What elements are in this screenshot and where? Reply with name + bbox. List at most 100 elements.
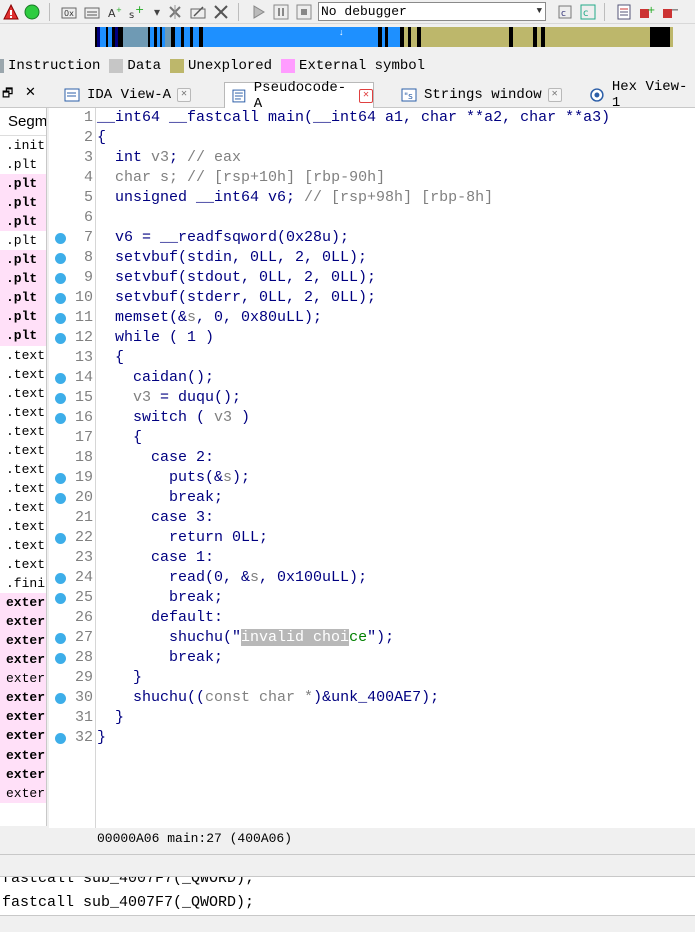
segment-row[interactable]: .plt (0, 231, 46, 250)
code-line[interactable]: 12 while ( 1 ) (49, 328, 695, 348)
add-struct-icon[interactable]: s + (127, 3, 145, 21)
segment-row[interactable]: .text (0, 422, 46, 441)
code-line[interactable]: 13 { (49, 348, 695, 368)
code-line[interactable]: 26 default: (49, 608, 695, 628)
code-line[interactable]: 10 setvbuf(stderr, 0LL, 2, 0LL); (49, 288, 695, 308)
pause-icon[interactable] (272, 3, 290, 21)
breakpoint-dot-icon[interactable] (55, 333, 66, 344)
segment-row[interactable]: exter (0, 593, 46, 613)
close-icon[interactable]: ✕ (547, 88, 562, 102)
breakpoint-dot-icon[interactable] (55, 313, 66, 324)
code-line[interactable]: 24 read(0, &s, 0x100uLL); (49, 568, 695, 588)
segment-row[interactable]: .plt (0, 174, 46, 194)
segment-row[interactable]: exter (0, 764, 46, 784)
breakpoint-dot-icon[interactable] (55, 693, 66, 704)
tab-strings-window[interactable]: "s Strings window ✕ (395, 82, 565, 108)
code-line[interactable]: 18 case 2: (49, 448, 695, 468)
code-line[interactable]: 8 setvbuf(stdin, 0LL, 2, 0LL); (49, 248, 695, 268)
code-line[interactable]: 14 caidan(); (49, 368, 695, 388)
breakpoint-dot-icon[interactable] (55, 253, 66, 264)
segments-header[interactable]: Segm (0, 108, 46, 136)
breakpoint-list-icon[interactable] (615, 3, 633, 21)
debugger-select[interactable]: No debugger ▼ (318, 2, 546, 21)
breakpoint-dot-icon[interactable] (55, 393, 66, 404)
code-line[interactable]: 27 shuchu("invalid choice"); (49, 628, 695, 648)
string-icon[interactable]: A + (106, 3, 124, 21)
breakpoint-dot-icon[interactable] (55, 573, 66, 584)
code-line[interactable]: 28 break; (49, 648, 695, 668)
code-line[interactable]: 29 } (49, 668, 695, 688)
add-breakpoint-icon[interactable]: + (638, 3, 656, 21)
run-status-icon[interactable] (23, 3, 41, 21)
segment-row[interactable]: .plt (0, 307, 46, 327)
segment-row[interactable]: .text (0, 365, 46, 384)
output-window[interactable]: fastcall sub_4007F7(_QWORD); fastcall su… (0, 876, 695, 916)
breakpoint-dot-icon[interactable] (55, 653, 66, 664)
code-line[interactable]: 4 char s; // [rsp+10h] [rbp-90h] (49, 168, 695, 188)
breakpoint-dot-icon[interactable] (55, 273, 66, 284)
segment-row[interactable]: .fini (0, 574, 46, 593)
segment-row[interactable]: .text (0, 555, 46, 574)
segment-row[interactable]: .text (0, 384, 46, 403)
segment-row[interactable]: exter (0, 688, 46, 708)
segment-row[interactable]: .text (0, 517, 46, 536)
code-line[interactable]: 16 switch ( v3 ) (49, 408, 695, 428)
segment-row[interactable]: exter (0, 669, 46, 689)
segment-row[interactable]: exter (0, 631, 46, 651)
breakpoint-dot-icon[interactable] (55, 533, 66, 544)
chevron-down-icon[interactable]: ▾ (148, 3, 166, 21)
tab-pseudocode-a[interactable]: Pseudocode-A ✕ (224, 80, 374, 112)
segment-row[interactable]: .plt (0, 155, 46, 174)
segment-row[interactable]: .plt (0, 288, 46, 308)
breakpoint-dot-icon[interactable] (55, 413, 66, 424)
code-line[interactable]: 3 int v3; // eax (49, 148, 695, 168)
close-icon[interactable]: ✕ (177, 88, 192, 102)
code-line[interactable]: 15 v3 = duqu(); (49, 388, 695, 408)
code-line[interactable]: 1 __int64 __fastcall main(__int64 a1, cha… (49, 108, 695, 128)
breakpoint-dot-icon[interactable] (55, 373, 66, 384)
segment-row[interactable]: .plt (0, 193, 46, 213)
data-icon[interactable] (83, 3, 101, 21)
code-line[interactable]: 5 unsigned __int64 v6; // [rsp+98h] [rbp… (49, 188, 695, 208)
code-line[interactable]: 2{ (49, 128, 695, 148)
segment-row[interactable]: exter (0, 707, 46, 727)
code-line[interactable]: 9 setvbuf(stdout, 0LL, 2, 0LL); (49, 268, 695, 288)
breakpoint-dot-icon[interactable] (55, 493, 66, 504)
patch-icon[interactable] (189, 3, 207, 21)
code-line[interactable]: 6 (49, 208, 695, 228)
segment-row[interactable]: exter (0, 783, 46, 803)
code-line[interactable]: 25 break; (49, 588, 695, 608)
code-line[interactable]: 23 case 1: (49, 548, 695, 568)
segment-row[interactable]: .plt (0, 326, 46, 346)
breakpoint-dot-icon[interactable] (55, 633, 66, 644)
code-line[interactable]: 32} (49, 728, 695, 748)
code-line[interactable]: 7 v6 = __readfsqword(0x28u); (49, 228, 695, 248)
breakpoint-dot-icon[interactable] (55, 593, 66, 604)
segment-row[interactable]: .plt (0, 269, 46, 289)
segment-row[interactable]: .text (0, 479, 46, 498)
step-over-icon[interactable]: c (579, 3, 597, 21)
create-function-icon[interactable]: 0x (60, 3, 78, 21)
warning-icon[interactable] (2, 3, 20, 21)
segment-row[interactable]: exter (0, 745, 46, 765)
code-line[interactable]: 11 memset(&s, 0, 0x80uLL); (49, 308, 695, 328)
stop-icon[interactable] (295, 3, 313, 21)
breakpoint-dot-icon[interactable] (55, 233, 66, 244)
navigation-band[interactable]: ↓ (0, 25, 695, 49)
segment-row[interactable]: .text (0, 498, 46, 517)
breakpoint-dot-icon[interactable] (55, 733, 66, 744)
restore-window-icon[interactable]: 🗗 (2, 84, 13, 105)
close-icon[interactable]: ✕ (359, 88, 373, 103)
segment-row[interactable]: .text (0, 346, 46, 365)
code-line[interactable]: 30 shuchu((const char *)&unk_400AE7); (49, 688, 695, 708)
navigation-strip[interactable]: ↓ (95, 27, 673, 47)
code-line[interactable]: 22 return 0LL; (49, 528, 695, 548)
code-line[interactable]: 19 puts(&s); (49, 468, 695, 488)
segments-list[interactable]: .init .plt .plt .plt .plt .plt .plt .plt .plt .pl… (0, 136, 46, 803)
code-line[interactable]: 31 } (49, 708, 695, 728)
breakpoint-dot-icon[interactable] (55, 473, 66, 484)
close-icon[interactable] (212, 3, 230, 21)
segment-row[interactable]: exter (0, 612, 46, 632)
tab-ida-view-a[interactable]: IDA View-A ✕ (58, 82, 218, 108)
delete-breakpoint-icon[interactable]: − (661, 3, 679, 21)
